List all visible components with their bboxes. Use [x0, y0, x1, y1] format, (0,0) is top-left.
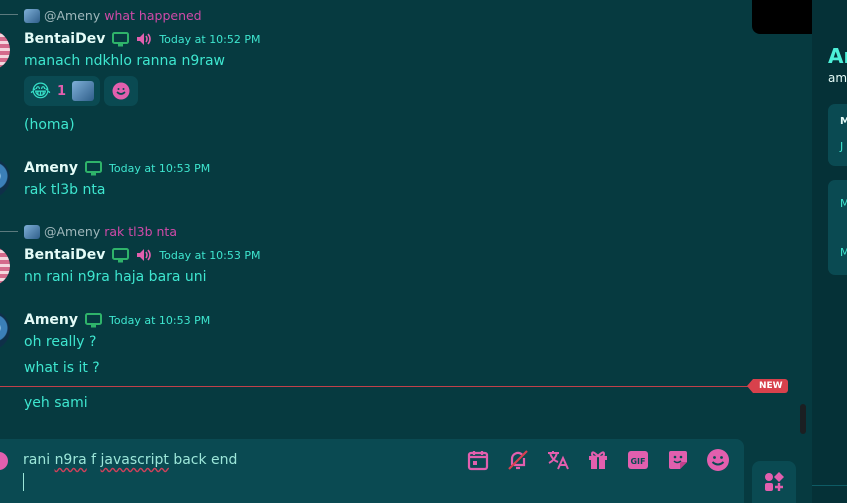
message-text: yeh sami: [24, 395, 88, 411]
upload-button[interactable]: [0, 452, 8, 470]
draft-word: rani: [23, 452, 55, 468]
desktop-icon: [85, 312, 103, 327]
message-text: what is it ?: [24, 360, 100, 376]
reply-connector: [0, 231, 18, 240]
new-badge: NEW: [747, 379, 788, 393]
misspelled-word: javascript: [100, 452, 169, 468]
speaker-icon: [137, 33, 152, 45]
message-text: rak tl3b nta: [24, 182, 106, 198]
gif-button[interactable]: GIF: [625, 447, 651, 473]
message-text: (homa): [24, 117, 75, 133]
username[interactable]: Ameny: [24, 312, 78, 328]
new-messages-divider: [0, 386, 750, 387]
emoji-button[interactable]: [705, 447, 731, 473]
speaker-icon: [137, 249, 152, 261]
timestamp[interactable]: Today at 10:53 PM: [159, 249, 260, 262]
reply-avatar: [24, 8, 40, 23]
card-title: M: [840, 197, 847, 210]
card-value: J: [840, 140, 844, 153]
profile-name: Am: [828, 44, 847, 68]
panel-divider: [812, 485, 847, 486]
draft-word: back end: [168, 452, 238, 468]
text-caret: [23, 473, 24, 491]
reply-reference[interactable]: @Ameny rak tl3b nta: [24, 224, 177, 239]
reply-mention[interactable]: @Ameny: [44, 224, 100, 239]
misspelled-word: n9ra: [54, 452, 87, 468]
timestamp[interactable]: Today at 10:53 PM: [109, 314, 210, 327]
timestamp[interactable]: Today at 10:53 PM: [109, 162, 210, 175]
sticker-icon: [669, 451, 687, 469]
avatar[interactable]: [0, 246, 10, 286]
reply-reference[interactable]: @Ameny what happened: [24, 8, 202, 23]
gift-icon: [589, 451, 607, 469]
add-reaction-button[interactable]: [104, 76, 139, 106]
card-title: M: [840, 246, 847, 259]
translate-icon: [548, 451, 569, 470]
desktop-icon: [85, 160, 103, 175]
card-title: M: [840, 116, 847, 127]
draft-word: f: [86, 452, 101, 468]
profile-card: M M: [828, 180, 847, 275]
reply-connector: [0, 14, 18, 23]
message-header: BentaiDev Today at 10:52 PM: [24, 31, 261, 47]
message-header: Ameny Today at 10:53 PM: [24, 160, 210, 176]
gift-button[interactable]: [585, 447, 611, 473]
reply-snippet[interactable]: what happened: [104, 8, 201, 23]
reactions: 😂 1: [24, 76, 139, 106]
avatar[interactable]: [0, 310, 10, 350]
message-text: nn rani n9ra haja bara uni: [24, 269, 207, 285]
username[interactable]: Ameny: [24, 160, 78, 176]
reaction-count: 1: [57, 83, 67, 99]
video-preview: [752, 0, 812, 34]
reply-avatar: [24, 224, 40, 239]
scrollbar-thumb[interactable]: [800, 404, 806, 434]
mute-button[interactable]: [505, 447, 531, 473]
message-header: Ameny Today at 10:53 PM: [24, 312, 210, 328]
bell-off-icon: [508, 450, 528, 470]
svg-text:GIF: GIF: [630, 457, 645, 466]
chat-area: @Ameny what happened BentaiDev Today at …: [0, 0, 812, 503]
avatar[interactable]: [0, 158, 10, 198]
message-input[interactable]: rani n9ra f javascript back end: [23, 452, 237, 468]
sticker-button[interactable]: [665, 447, 691, 473]
message-text: oh really ?: [24, 334, 97, 350]
reaction-emoji: 😂: [30, 80, 52, 102]
profile-handle: am: [828, 71, 847, 85]
apps-button[interactable]: [752, 461, 796, 503]
translate-button[interactable]: [545, 447, 571, 473]
username[interactable]: BentaiDev: [24, 247, 105, 263]
desktop-icon: [112, 31, 130, 46]
reaction-laugh[interactable]: 😂 1: [24, 76, 101, 106]
apps-icon: [765, 472, 784, 491]
message-text: manach ndkhlo ranna n9raw: [24, 53, 226, 69]
reply-mention[interactable]: @Ameny: [44, 8, 100, 23]
avatar[interactable]: [0, 30, 10, 70]
username[interactable]: BentaiDev: [24, 31, 105, 47]
gif-icon: GIF: [628, 451, 648, 469]
message-composer[interactable]: rani n9ra f javascript back end GIF: [0, 439, 744, 503]
profile-panel: Am am M J M M: [812, 0, 847, 503]
calendar-icon: [467, 451, 489, 471]
emoji-icon: [112, 82, 130, 100]
timestamp[interactable]: Today at 10:52 PM: [159, 33, 260, 46]
reactor-avatar: [72, 81, 95, 101]
calendar-button[interactable]: [465, 447, 491, 473]
emoji-icon: [707, 449, 729, 471]
desktop-icon: [112, 247, 130, 262]
reply-snippet[interactable]: rak tl3b nta: [104, 224, 177, 239]
message-header: BentaiDev Today at 10:53 PM: [24, 247, 261, 263]
profile-card: M J: [828, 104, 847, 166]
